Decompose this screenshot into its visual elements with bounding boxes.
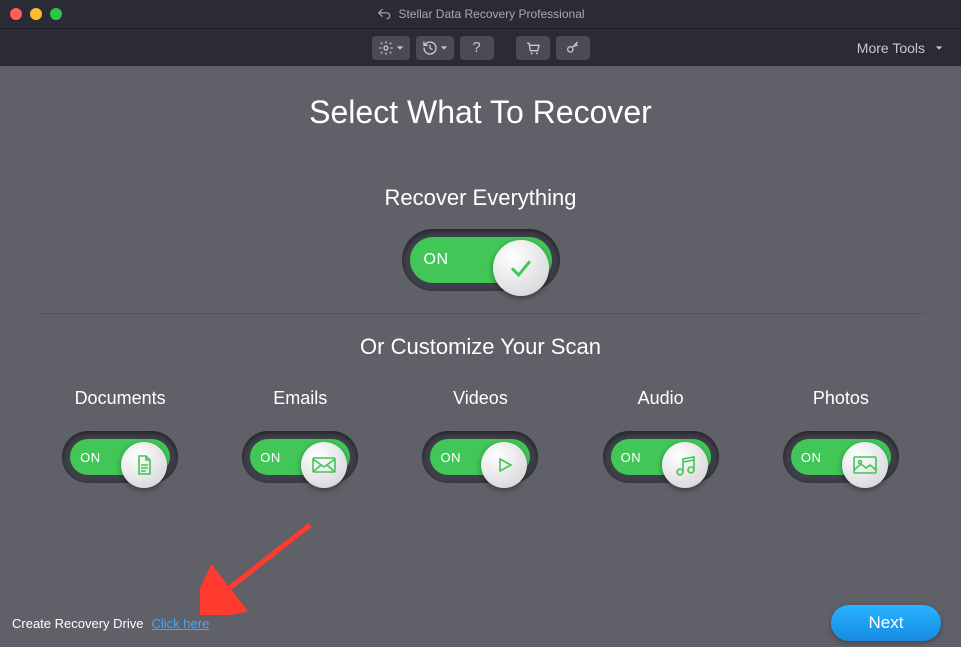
history-icon <box>422 40 438 56</box>
category-emails: Emails ON <box>242 388 358 483</box>
window-controls <box>10 8 62 20</box>
toggle-knob <box>662 442 708 488</box>
category-label: Audio <box>638 388 684 409</box>
toggle-state-label: ON <box>80 450 101 465</box>
video-icon <box>492 453 516 477</box>
cart-icon <box>524 40 542 56</box>
check-icon <box>507 254 535 282</box>
caret-down-icon <box>396 44 404 52</box>
maximize-button[interactable] <box>50 8 62 20</box>
caret-down-icon <box>935 44 943 52</box>
next-button[interactable]: Next <box>831 605 941 641</box>
toggle-state-label: ON <box>260 450 281 465</box>
more-tools-dropdown[interactable]: More Tools <box>857 40 943 56</box>
toggle-knob <box>842 442 888 488</box>
videos-toggle[interactable]: ON <box>422 431 538 483</box>
toggle-knob <box>493 240 549 296</box>
category-videos: Videos ON <box>422 388 538 483</box>
activate-button[interactable] <box>556 36 590 60</box>
gear-icon <box>378 40 394 56</box>
caret-down-icon <box>440 44 448 52</box>
category-label: Photos <box>813 388 869 409</box>
toggle-knob <box>301 442 347 488</box>
email-icon <box>311 455 337 475</box>
footer-left: Create Recovery Drive Click here <box>12 616 209 631</box>
create-recovery-label: Create Recovery Drive <box>12 616 144 631</box>
category-label: Documents <box>75 388 166 409</box>
documents-toggle[interactable]: ON <box>62 431 178 483</box>
audio-icon <box>672 452 698 478</box>
more-tools-label: More Tools <box>857 40 925 56</box>
window-title: Stellar Data Recovery Professional <box>398 7 584 21</box>
window-title-wrap: Stellar Data Recovery Professional <box>376 7 584 21</box>
divider <box>36 313 925 314</box>
toolbar-center-group: ? <box>372 36 590 60</box>
category-documents: Documents ON <box>62 388 178 483</box>
toggle-knob <box>121 442 167 488</box>
titlebar: Stellar Data Recovery Professional <box>0 0 961 28</box>
help-button[interactable]: ? <box>460 36 494 60</box>
back-arrow-icon <box>376 7 390 21</box>
toolbar: ? More Tools <box>0 28 961 66</box>
toggle-state-label: ON <box>424 251 449 269</box>
toggle-knob <box>481 442 527 488</box>
key-icon <box>564 40 582 56</box>
document-icon <box>132 453 156 477</box>
category-row: Documents ON Emails ON <box>0 388 961 483</box>
minimize-button[interactable] <box>30 8 42 20</box>
customize-heading: Or Customize Your Scan <box>0 334 961 360</box>
emails-toggle[interactable]: ON <box>242 431 358 483</box>
audio-toggle[interactable]: ON <box>603 431 719 483</box>
main-content: Select What To Recover Recover Everythin… <box>0 66 961 483</box>
toggle-state-label: ON <box>801 450 822 465</box>
settings-button[interactable] <box>372 36 410 60</box>
toggle-state-label: ON <box>621 450 642 465</box>
cart-button[interactable] <box>516 36 550 60</box>
category-label: Videos <box>453 388 508 409</box>
photo-icon <box>852 454 878 476</box>
footer: Create Recovery Drive Click here Next <box>0 599 961 647</box>
close-button[interactable] <box>10 8 22 20</box>
recover-everything-toggle[interactable]: ON <box>402 229 560 291</box>
category-label: Emails <box>273 388 327 409</box>
question-icon: ? <box>472 39 480 56</box>
click-here-link[interactable]: Click here <box>152 616 210 631</box>
history-button[interactable] <box>416 36 454 60</box>
category-audio: Audio ON <box>603 388 719 483</box>
page-title: Select What To Recover <box>0 94 961 131</box>
recover-everything-heading: Recover Everything <box>0 185 961 211</box>
toggle-state-label: ON <box>440 450 461 465</box>
photos-toggle[interactable]: ON <box>783 431 899 483</box>
category-photos: Photos ON <box>783 388 899 483</box>
